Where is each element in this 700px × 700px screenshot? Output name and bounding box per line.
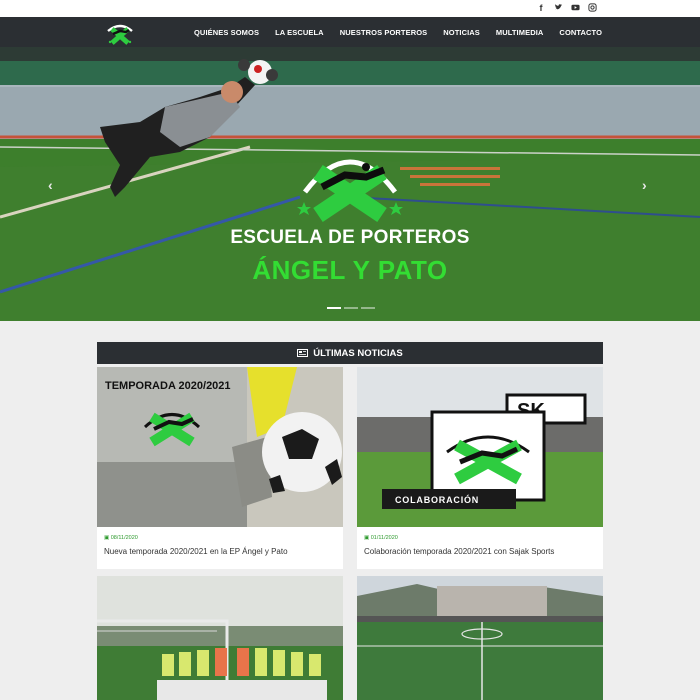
main-menu: QUIÉNES SOMOS LA ESCUELA NUESTROS PORTER… xyxy=(186,17,610,47)
slider-prev-arrow[interactable]: ‹ xyxy=(48,177,53,193)
nav-nuestros-porteros[interactable]: NUESTROS PORTEROS xyxy=(340,28,428,37)
main-navbar: QUIÉNES SOMOS LA ESCUELA NUESTROS PORTER… xyxy=(0,17,700,47)
social-links: f xyxy=(537,3,597,13)
twitter-icon[interactable] xyxy=(554,3,563,13)
slider-dot-1[interactable] xyxy=(327,307,341,309)
instagram-icon[interactable] xyxy=(588,3,597,13)
news-card[interactable]: TEMPORADA 2020/2021 ▣ 08/11/2020 Nueva t… xyxy=(97,367,343,569)
hero-slider: ‹ › ESCUELA DE PORTEROS ÁNGEL Y PATO xyxy=(0,47,700,321)
news-date: ▣ 01/11/2020 xyxy=(364,535,398,541)
news-heading: ÚLTIMAS NOTICIAS xyxy=(313,347,403,359)
school-logo[interactable] xyxy=(104,19,136,45)
news-card[interactable] xyxy=(97,576,343,700)
news-card-image[interactable]: TEMPORADA 2020/2021 xyxy=(97,367,343,527)
social-bar: f xyxy=(0,0,700,17)
newspaper-icon xyxy=(297,349,309,357)
news-date: ▣ 08/11/2020 xyxy=(104,535,138,541)
slider-next-arrow[interactable]: › xyxy=(642,177,647,193)
nav-la-escuela[interactable]: LA ESCUELA xyxy=(275,28,324,37)
news-card[interactable] xyxy=(357,576,603,700)
hero-title: ESCUELA DE PORTEROS xyxy=(230,227,470,248)
nav-quienes-somos[interactable]: QUIÉNES SOMOS xyxy=(194,28,259,37)
news-card[interactable]: SK COLABORACIÓN ▣ 01/11/2020 Colaboració… xyxy=(357,367,603,569)
nav-noticias[interactable]: NOTICIAS xyxy=(443,28,480,37)
youtube-icon[interactable] xyxy=(571,3,580,13)
nav-multimedia[interactable]: MULTIMEDIA xyxy=(496,28,544,37)
news-title[interactable]: Colaboración temporada 2020/2021 con Saj… xyxy=(364,547,554,556)
card-image-label: COLABORACIÓN xyxy=(395,494,479,505)
news-title[interactable]: Nueva temporada 2020/2021 en la EP Ángel… xyxy=(104,547,288,556)
news-card-image[interactable] xyxy=(97,576,343,700)
facebook-icon[interactable]: f xyxy=(537,3,545,13)
nav-contacto[interactable]: CONTACTO xyxy=(559,28,602,37)
news-card-image[interactable] xyxy=(357,576,603,700)
news-card-image[interactable]: SK COLABORACIÓN xyxy=(357,367,603,527)
slider-dot-2[interactable] xyxy=(344,307,358,309)
hero-subtitle: ÁNGEL Y PATO xyxy=(252,255,448,285)
news-section-header: ÚLTIMAS NOTICIAS xyxy=(97,342,603,364)
slider-dots xyxy=(327,307,375,309)
slider-dot-3[interactable] xyxy=(361,307,375,309)
card-image-heading: TEMPORADA 2020/2021 xyxy=(105,380,231,392)
